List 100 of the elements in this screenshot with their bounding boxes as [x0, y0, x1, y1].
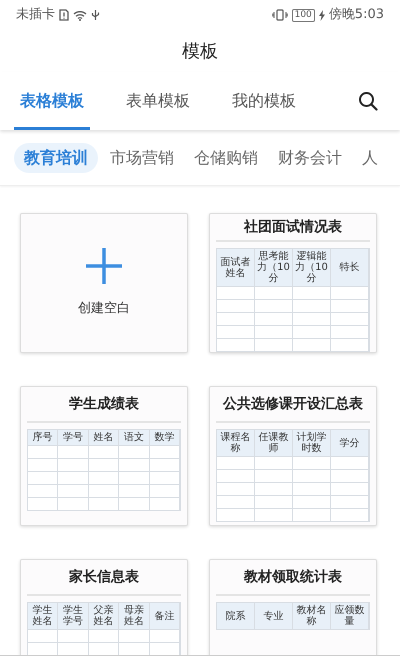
template-card[interactable]: 教材领取统计表 院系 专业 教材名称 应领数量 [209, 559, 377, 655]
table-cell [255, 456, 293, 469]
table-cell [331, 482, 369, 495]
column-header: 数学 [150, 430, 180, 445]
table-cell [217, 456, 255, 469]
table-cell [255, 286, 293, 299]
table-cell [28, 458, 58, 471]
template-title: 公共选修课开设汇总表 [216, 387, 370, 423]
table-cell [150, 445, 180, 458]
table-cell [293, 482, 331, 495]
column-header: 父亲姓名 [88, 603, 120, 629]
table-cell [58, 471, 89, 484]
column-header: 逻辑能力（10分 [293, 249, 331, 286]
table-cell [28, 471, 58, 484]
table-cell [150, 471, 180, 484]
table-cell [255, 469, 293, 482]
carrier-text: 未插卡 [16, 6, 55, 24]
table-cell [88, 445, 120, 458]
tab[interactable]: 表格模板 [14, 72, 90, 130]
template-card[interactable]: 公共选修课开设汇总表 课程名称 任课教师 计划学时数 学分 [209, 386, 377, 526]
usb-icon [91, 9, 100, 21]
template-card[interactable]: 创建空白 [20, 213, 188, 353]
column-header: 学生姓名 [28, 603, 58, 629]
table-cell [150, 484, 180, 497]
table-cell [293, 286, 331, 299]
table-cell [255, 325, 293, 338]
column-header: 学生学号 [58, 603, 89, 629]
battery-level: 100 [292, 8, 315, 22]
table-cell [331, 495, 369, 508]
table-cell [331, 338, 369, 351]
table-cell [119, 471, 150, 484]
category-chip[interactable]: 市场营销 [102, 142, 182, 172]
category-chip[interactable]: 教育培训 [14, 142, 98, 172]
search-icon[interactable] [358, 91, 378, 111]
table-cell [331, 508, 369, 521]
table-cell [150, 458, 180, 471]
table-cell [28, 445, 58, 458]
table-cell [217, 338, 255, 351]
column-header: 任课教师 [255, 430, 293, 456]
column-header: 特长 [331, 249, 369, 286]
category-chip[interactable]: 仓储购销 [186, 142, 266, 172]
table-cell [150, 497, 180, 510]
table-cell [331, 286, 369, 299]
table-cell [293, 312, 331, 325]
column-header: 课程名称 [217, 430, 255, 456]
tab[interactable]: 表单模板 [120, 72, 196, 130]
table-cell [217, 312, 255, 325]
column-header: 思考能力（10分 [255, 249, 293, 286]
column-header: 应领数量 [331, 603, 369, 629]
table-cell [255, 312, 293, 325]
table-cell [293, 469, 331, 482]
table-cell [88, 458, 120, 471]
table-cell [58, 629, 89, 642]
column-header: 教材名称 [293, 603, 331, 629]
table-cell [217, 286, 255, 299]
table-cell [58, 445, 89, 458]
template-card[interactable]: 家长信息表 学生姓名 学生学号 父亲姓名 母亲姓名 备注 [20, 559, 188, 655]
template-title: 家长信息表 [27, 560, 181, 596]
template-title: 教材领取统计表 [216, 560, 370, 596]
table-cell [293, 456, 331, 469]
vibrate-icon [272, 9, 288, 21]
charging-icon [318, 10, 325, 20]
table-cell [217, 495, 255, 508]
table-cell [293, 495, 331, 508]
plus-icon [85, 247, 123, 286]
table-cell [217, 299, 255, 312]
sim-alert-icon [59, 9, 69, 21]
table-cell [331, 469, 369, 482]
table-cell [58, 458, 89, 471]
template-card[interactable]: 学生成绩表 序号 学号 姓名 语文 数学 [20, 386, 188, 526]
table-cell [58, 484, 89, 497]
card-label: 创建空白 [78, 300, 130, 318]
column-header: 序号 [28, 430, 58, 445]
column-header: 备注 [150, 603, 180, 629]
table-cell [217, 469, 255, 482]
table-cell [28, 484, 58, 497]
table-cell [119, 629, 150, 642]
table-cell [217, 325, 255, 338]
column-header: 面试者姓名 [217, 249, 255, 286]
table-cell [88, 497, 120, 510]
table-cell [293, 508, 331, 521]
table-cell [119, 458, 150, 471]
table-cell [255, 482, 293, 495]
category-chip[interactable]: 财务会计 [270, 142, 350, 172]
table-cell [58, 497, 89, 510]
table-cell [255, 299, 293, 312]
column-header: 院系 [217, 603, 255, 629]
table-cell [331, 299, 369, 312]
column-header: 计划学时数 [293, 430, 331, 456]
table-cell [88, 484, 120, 497]
table-cell [217, 482, 255, 495]
table-cell [255, 338, 293, 351]
table-cell [293, 325, 331, 338]
table-cell [293, 299, 331, 312]
template-title: 社团面试情况表 [216, 214, 370, 242]
template-title: 学生成绩表 [27, 387, 181, 423]
table-cell [217, 508, 255, 521]
category-chip[interactable]: 人 [354, 142, 386, 172]
table-cell [119, 497, 150, 510]
tab[interactable]: 我的模板 [226, 72, 302, 130]
